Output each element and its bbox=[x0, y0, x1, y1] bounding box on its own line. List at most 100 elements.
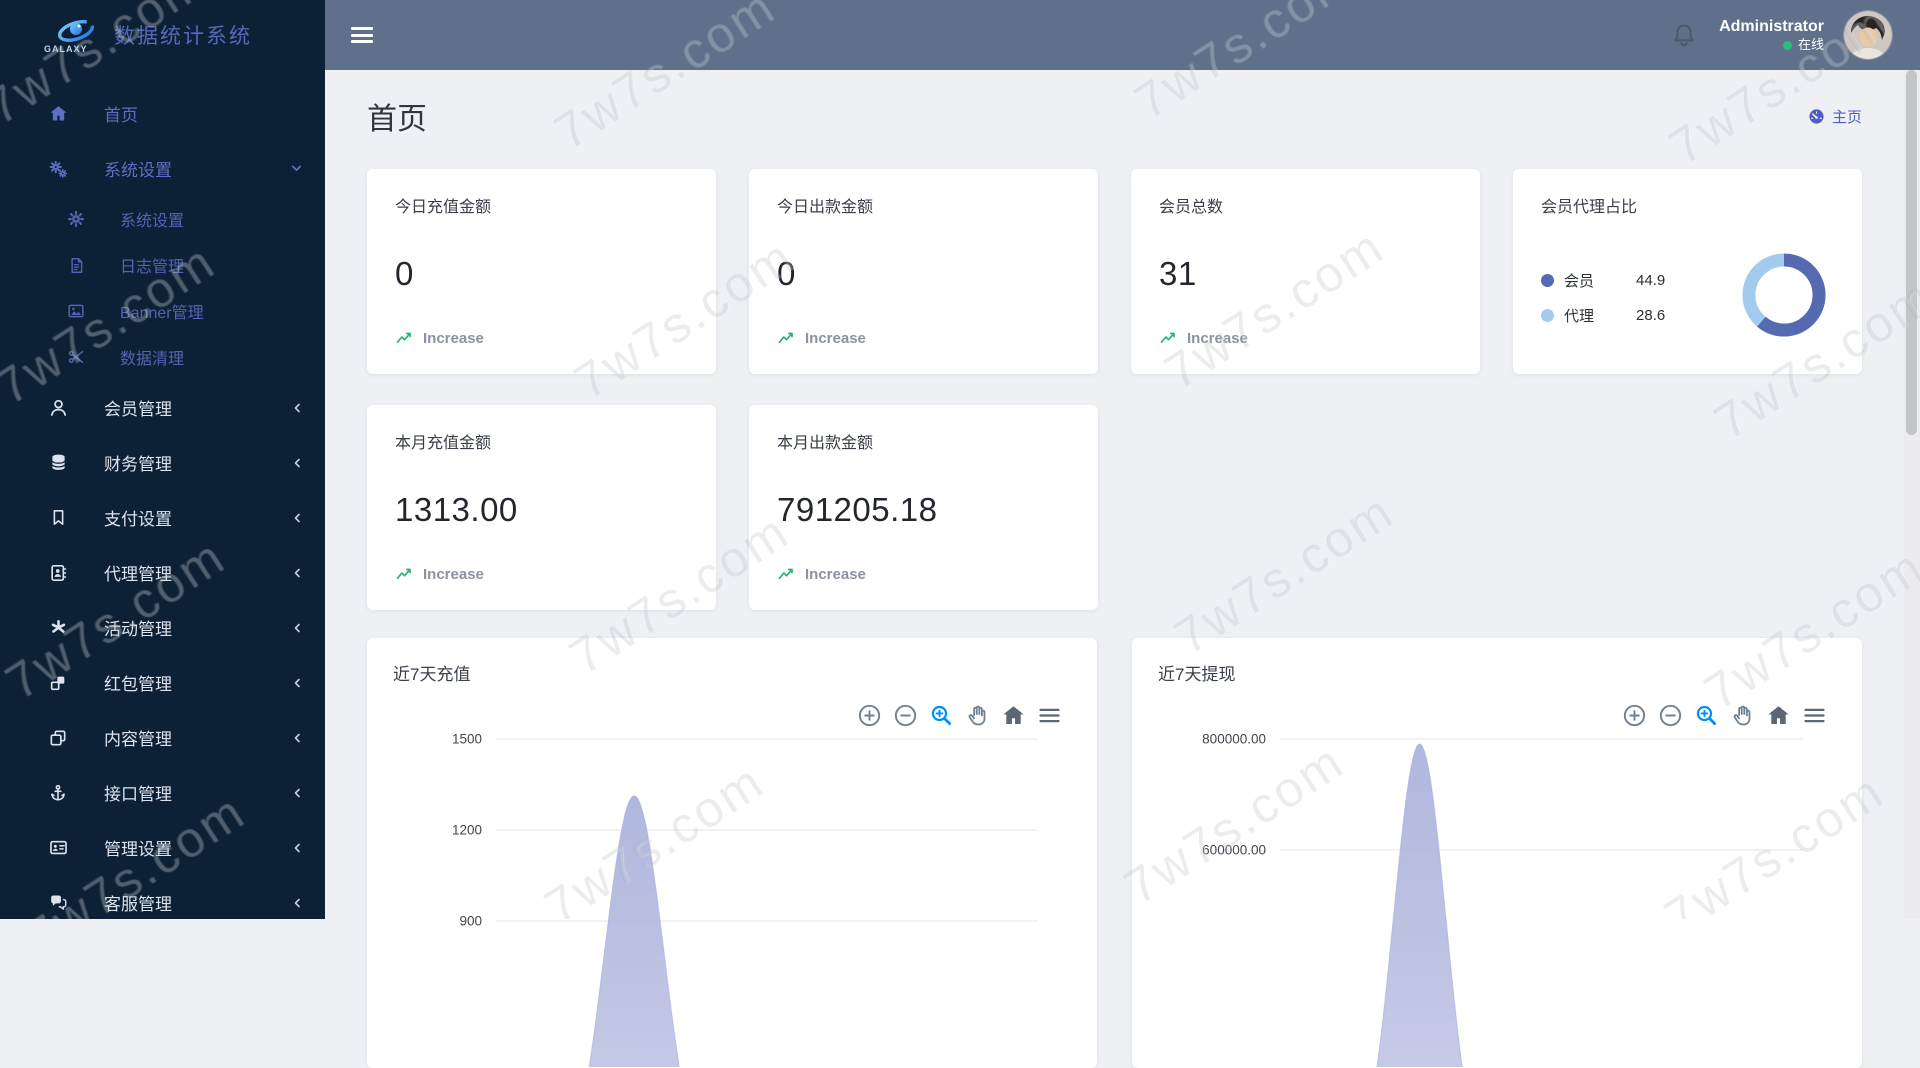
member-agent-ratio-card: 会员代理占比 会员 44.9 代理 28.6 bbox=[1513, 169, 1862, 374]
sidebar-item-agent-management[interactable]: 代理管理 bbox=[0, 545, 325, 600]
sidebar-item-payment-settings[interactable]: 支付设置 bbox=[0, 490, 325, 545]
sidebar-subitem-data-cleanup[interactable]: 数据清理 bbox=[0, 334, 325, 380]
sidebar-item-label: 系统设置 bbox=[120, 213, 185, 230]
chevron-left-icon bbox=[291, 457, 303, 469]
sidebar-subitem-system-settings-sub[interactable]: 系统设置 bbox=[0, 196, 325, 242]
sidebar-item-api-management[interactable]: 接口管理 bbox=[0, 765, 325, 820]
chevron-left-icon bbox=[291, 512, 303, 524]
card-value: 0 bbox=[777, 255, 796, 292]
avatar[interactable] bbox=[1844, 11, 1892, 59]
sidebar-item-label: 系统设置 bbox=[104, 161, 172, 180]
legend-item-member: 会员 44.9 bbox=[1541, 270, 1665, 291]
chevron-left-icon bbox=[291, 787, 303, 799]
selection-zoom-icon[interactable] bbox=[1693, 702, 1720, 729]
sidebar-item-member-management[interactable]: 会员管理 bbox=[0, 380, 325, 435]
breadcrumb-label: 主页 bbox=[1831, 108, 1862, 126]
card-title: 今日充值金额 bbox=[395, 199, 492, 216]
stat-card-month-recharge: 本月充值金额 1313.00 Increase bbox=[367, 405, 716, 610]
sidebar-item-label: 会员管理 bbox=[104, 400, 172, 419]
chevron-left-icon bbox=[291, 842, 303, 854]
trending-up-icon bbox=[778, 332, 793, 343]
card-title: 本月充值金额 bbox=[395, 435, 492, 452]
image-icon bbox=[64, 299, 88, 323]
menu-icon[interactable] bbox=[1036, 702, 1063, 729]
stat-card-month-payout: 本月出款金额 791205.18 Increase bbox=[749, 405, 1098, 610]
sidebar-item-service-management[interactable]: 客服管理 bbox=[0, 875, 325, 930]
sidebar-item-redpacket-management[interactable]: 红包管理 bbox=[0, 655, 325, 710]
main-content: 首页 主页 今日充值金额 0 Increase 今日出款金额 0 Increas… bbox=[325, 70, 1904, 1068]
asterisk-icon bbox=[46, 616, 70, 640]
pan-icon[interactable] bbox=[1729, 702, 1756, 729]
card-footer-label: Increase bbox=[423, 329, 484, 347]
gear-icon bbox=[64, 207, 88, 231]
stat-card-member-total: 会员总数 31 Increase bbox=[1131, 169, 1480, 374]
sidebar-item-label: 接口管理 bbox=[104, 785, 172, 804]
zoom-in-icon[interactable] bbox=[856, 702, 883, 729]
copy-icon bbox=[46, 726, 70, 750]
donut-chart bbox=[1736, 247, 1832, 348]
chart-plot-area: 800000.00 600000.00 bbox=[1202, 732, 1803, 1068]
card-title: 本月出款金额 bbox=[777, 435, 874, 452]
user-status: 在线 bbox=[1797, 36, 1824, 52]
sidebar-item-system-settings[interactable]: 系统设置 bbox=[0, 141, 325, 196]
zoom-in-icon[interactable] bbox=[1621, 702, 1648, 729]
stat-card-today-payout: 今日出款金额 0 Increase bbox=[749, 169, 1098, 374]
scrollbar-thumb[interactable] bbox=[1906, 70, 1917, 435]
trending-up-icon bbox=[396, 332, 411, 343]
trending-up-icon bbox=[778, 568, 793, 579]
zoom-out-icon[interactable] bbox=[1657, 702, 1684, 729]
sidebar-item-label: Banner管理 bbox=[120, 305, 204, 322]
scrollbar-track[interactable] bbox=[1904, 70, 1920, 919]
sidebar-item-activity-management[interactable]: 活动管理 bbox=[0, 600, 325, 655]
sidebar-item-label: 首页 bbox=[104, 106, 138, 125]
chart-title: 近7天提现 bbox=[1158, 665, 1236, 684]
trending-up-icon bbox=[1160, 332, 1175, 343]
hamburger-icon[interactable] bbox=[351, 27, 373, 43]
trending-up-icon bbox=[396, 568, 411, 579]
selection-zoom-icon[interactable] bbox=[928, 702, 955, 729]
chart-toolbar bbox=[1621, 702, 1828, 729]
sidebar-item-admin-settings[interactable]: 管理设置 bbox=[0, 820, 325, 875]
y-axis-tick-label: 900 bbox=[459, 914, 482, 929]
y-axis-tick-label: 1200 bbox=[452, 823, 482, 838]
card-value: 0 bbox=[395, 255, 414, 292]
sidebar-item-label: 数据清理 bbox=[120, 351, 185, 368]
card-title: 会员总数 bbox=[1159, 199, 1224, 216]
sidebar-menu: 首页 系统设置 系统设置 日志管理 Banner管理 数据清理 会员管理 财务管理 支付设置 代理… bbox=[0, 86, 325, 930]
sidebar-item-finance-management[interactable]: 财务管理 bbox=[0, 435, 325, 490]
user-info[interactable]: Administrator 在线 bbox=[1719, 17, 1824, 53]
y-axis-tick-label: 800000.00 bbox=[1202, 732, 1266, 747]
logo-row: GALAXY 数据统计系统 bbox=[0, 0, 325, 70]
sidebar-item-label: 日志管理 bbox=[120, 259, 185, 276]
sidebar-item-home[interactable]: 首页 bbox=[0, 86, 325, 141]
legend-dot bbox=[1541, 308, 1554, 322]
sidebar-item-content-management[interactable]: 内容管理 bbox=[0, 710, 325, 765]
sidebar-item-label: 财务管理 bbox=[104, 455, 172, 474]
comments-icon bbox=[46, 891, 70, 915]
zoom-out-icon[interactable] bbox=[892, 702, 919, 729]
sidebar-item-label: 内容管理 bbox=[104, 730, 172, 749]
card-title: 今日出款金额 bbox=[777, 199, 874, 216]
pan-icon[interactable] bbox=[964, 702, 991, 729]
chevron-left-icon bbox=[291, 622, 303, 634]
page-title: 首页 bbox=[367, 103, 427, 136]
anchor-icon bbox=[46, 781, 70, 805]
reset-zoom-icon[interactable] bbox=[1000, 702, 1027, 729]
scissors-icon bbox=[64, 345, 88, 369]
dashboard-icon bbox=[1809, 108, 1824, 124]
area-series bbox=[1376, 743, 1463, 1068]
chevron-down-icon bbox=[290, 162, 303, 175]
sidebar-subitem-banner-management[interactable]: Banner管理 bbox=[0, 288, 325, 334]
menu-icon[interactable] bbox=[1801, 702, 1828, 729]
breadcrumb-home-link[interactable]: 主页 bbox=[1808, 106, 1862, 127]
database-icon bbox=[46, 451, 70, 475]
bell-icon[interactable] bbox=[1669, 20, 1699, 50]
sidebar-subitem-log-management[interactable]: 日志管理 bbox=[0, 242, 325, 288]
home-icon bbox=[46, 102, 70, 126]
area-chart-recharge: 1500 1200 900 bbox=[393, 715, 1071, 1068]
boxes-icon bbox=[46, 671, 70, 695]
address-book-icon bbox=[46, 561, 70, 585]
reset-zoom-icon[interactable] bbox=[1765, 702, 1792, 729]
gears-icon bbox=[46, 157, 70, 181]
chevron-left-icon bbox=[291, 897, 303, 909]
